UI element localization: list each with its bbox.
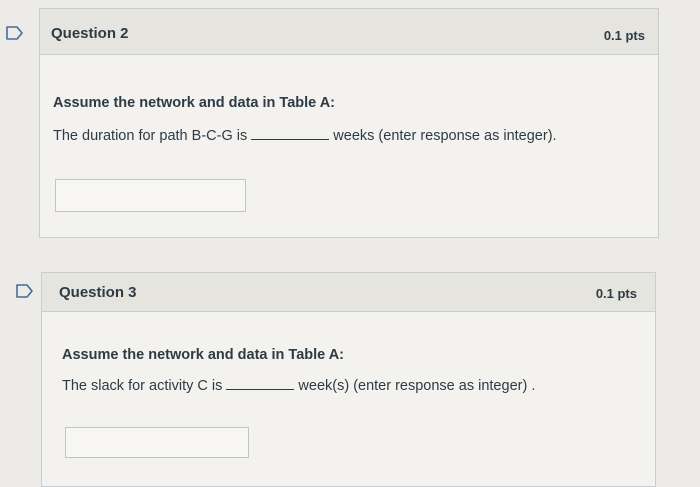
question-3-prompt-before: The slack for activity C is [62,378,223,394]
question-2-prompt-heading: Assume the network and data in Table A: [53,95,335,111]
flag-question-icon[interactable] [6,26,24,40]
question-2-header: Question 2 0.1 pts [40,9,658,55]
question-3-card: Question 3 0.1 pts Assume the network an… [41,272,656,487]
question-3-prompt-after: week(s) (enter response as integer) . [298,378,536,394]
question-3-header: Question 3 0.1 pts [42,273,655,312]
question-2-prompt-after: weeks (enter response as integer). [333,128,557,144]
question-2-points: 0.1 pts [603,28,645,43]
question-3-prompt-heading: Assume the network and data in Table A: [62,347,344,363]
question-3-prompt: The slack for activity C is week(s) (ent… [62,378,535,394]
question-3-answer-input[interactable] [65,427,249,458]
question-2-blank [251,138,330,140]
question-2-card: Question 2 0.1 pts Assume the network an… [39,8,659,238]
question-2-prompt: The duration for path B-C-G is weeks (en… [53,128,557,144]
question-2-prompt-before: The duration for path B-C-G is [53,128,248,144]
flag-question-icon[interactable] [16,284,34,298]
question-2-answer-input[interactable] [55,179,246,212]
question-2-title: Question 2 [51,25,129,42]
question-3-points: 0.1 pts [595,286,637,301]
question-3-title: Question 3 [59,284,137,301]
question-3-blank [226,388,295,390]
